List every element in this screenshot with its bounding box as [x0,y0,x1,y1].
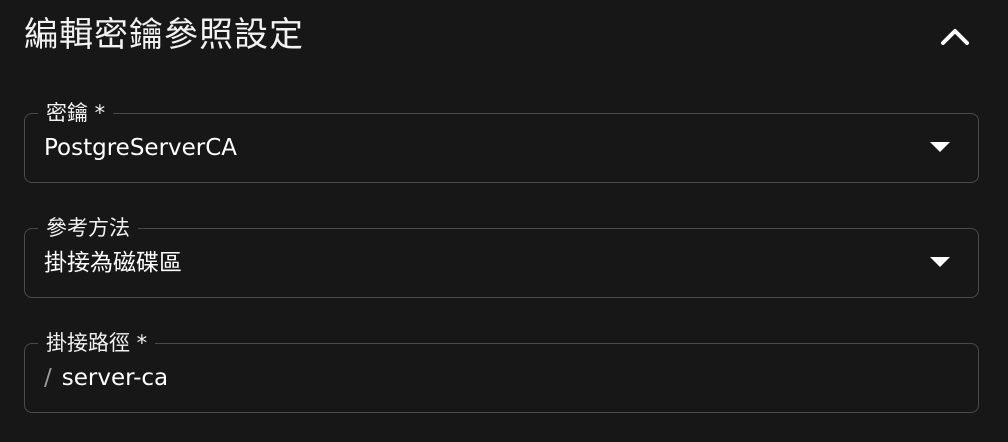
mount-path-prefix: / [44,365,52,391]
secret-label: 密鑰 * [38,100,114,126]
reference-method-label: 參考方法 [38,215,138,241]
panel-title: 編輯密鑰參照設定 [24,15,304,55]
mount-path-label: 掛接路徑 * [38,330,156,356]
dropdown-arrow-icon[interactable] [930,257,950,267]
secret-value: PostgreServerCA [44,135,238,161]
panel-header: 編輯密鑰參照設定 [0,0,1008,78]
reference-method-select[interactable]: 參考方法 掛接為磁碟區 [24,215,979,298]
mount-path-value: server-ca [61,365,169,391]
mount-path-field[interactable]: 掛接路徑 * / server-ca [24,330,979,413]
dropdown-arrow-icon[interactable] [930,142,950,152]
collapse-button[interactable] [930,14,980,58]
secret-select[interactable]: 密鑰 * PostgreServerCA [24,100,979,183]
reference-method-value: 掛接為磁碟區 [44,250,182,276]
chevron-up-icon [941,29,969,45]
mount-path-input[interactable]: / server-ca [44,362,168,394]
